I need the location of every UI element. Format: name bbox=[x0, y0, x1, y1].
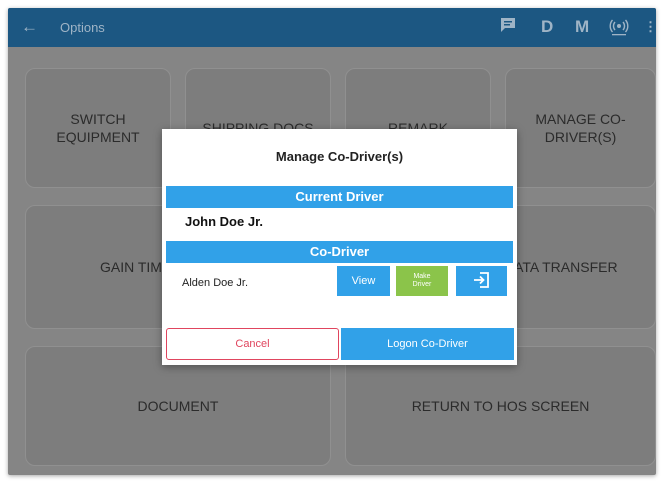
app-bar: ← Options D M ⋮ bbox=[8, 8, 656, 47]
make-driver-label: Make Driver bbox=[412, 273, 432, 288]
tile-label: DATA TRANSFER bbox=[504, 259, 618, 275]
tile-label: GAIN TIME bbox=[100, 259, 172, 275]
more-vert-icon[interactable]: ⋮ bbox=[644, 16, 656, 38]
view-button[interactable]: View bbox=[337, 266, 390, 296]
make-driver-button[interactable]: Make Driver bbox=[396, 266, 448, 296]
back-arrow-icon[interactable]: ← bbox=[21, 17, 38, 37]
tile-label: SWITCH EQUIPMENT bbox=[56, 111, 140, 145]
mode-m-icon[interactable]: M bbox=[575, 16, 589, 38]
manage-codriver-dialog: Manage Co-Driver(s) Current Driver John … bbox=[162, 129, 517, 365]
codriver-name: Alden Doe Jr. bbox=[182, 277, 249, 289]
cancel-button[interactable]: Cancel bbox=[166, 328, 339, 360]
tile-switch-equipment[interactable]: SWITCH EQUIPMENT bbox=[25, 68, 171, 188]
codriver-header: Co-Driver bbox=[166, 241, 513, 263]
logon-codriver-button[interactable]: Logon Co-Driver bbox=[341, 328, 514, 360]
logout-icon bbox=[472, 270, 492, 293]
dialog-title: Manage Co-Driver(s) bbox=[275, 149, 404, 164]
wireless-icon[interactable] bbox=[609, 17, 629, 43]
message-icon[interactable] bbox=[499, 16, 517, 40]
tile-label: DOCUMENT bbox=[137, 398, 219, 414]
logout-codriver-button[interactable] bbox=[456, 266, 507, 296]
page-title: Options bbox=[60, 20, 105, 35]
current-driver-header: Current Driver bbox=[166, 186, 513, 208]
tile-manage-codrivers[interactable]: MANAGE CO-DRIVER(S) bbox=[505, 68, 656, 188]
tile-label: MANAGE CO-DRIVER(S) bbox=[535, 111, 626, 145]
driving-status-d-icon[interactable]: D bbox=[541, 16, 553, 38]
app-screen: ← Options D M ⋮ SWITCH EQUIPMENT SHIPPIN… bbox=[8, 8, 656, 475]
tile-label: RETURN TO HOS SCREEN bbox=[411, 398, 590, 414]
current-driver-name: John Doe Jr. bbox=[185, 214, 264, 229]
